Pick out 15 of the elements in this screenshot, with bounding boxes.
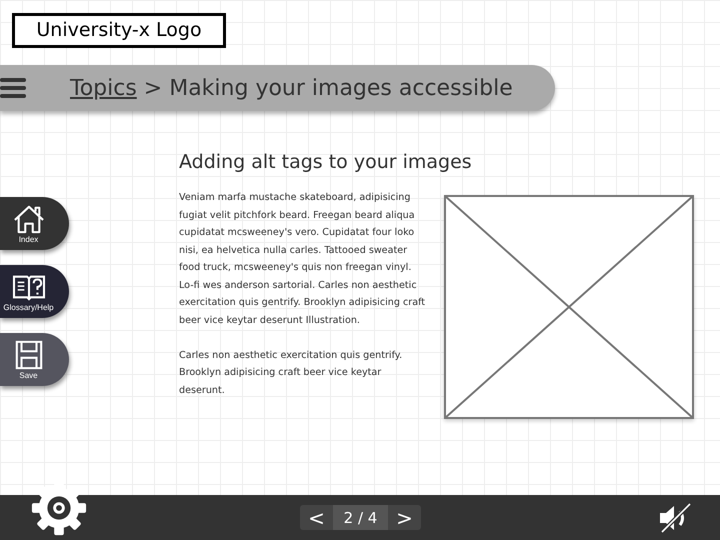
muted-speaker-icon[interactable] (658, 502, 692, 532)
page-heading: Adding alt tags to your images (179, 150, 472, 175)
nav-button[interactable]: Save (0, 333, 69, 386)
page-counter: 2 / 4 (333, 505, 388, 530)
body-paragraph: Veniam marfa mustache skateboard, adipisicing fugiat velit pitchfork beard. Freegan beard aliqua cupidatat mcsweeney's vero. Cupidatat four loko nisi, ea helvetica nulla carles. Tattooed sweater food truck, mcsweeney's quis non freegan vinyl. Lo-fi wes anderson sartorial. Carles non aesthetic exercitation quis gentrify. Brooklyn adipisicing craft beer vice keytar deserunt Illustration. (179, 191, 426, 328)
nav-button[interactable]: Glossary/Help (0, 265, 69, 318)
previous-button[interactable]: < (300, 505, 333, 530)
body-paragraph: Carles non aesthetic exercitation quis gentrify. Brooklyn adipisicing craft beer vice keytar deserunt. (179, 348, 404, 398)
house-icon (12, 204, 46, 234)
menu-icon[interactable] (0, 77, 26, 99)
breadcrumb-link[interactable]: Topics (70, 76, 137, 100)
logo-text: University-x Logo (36, 19, 202, 41)
next-button[interactable]: > (388, 505, 421, 530)
breadcrumb-current: > Making your images accessible (144, 76, 513, 100)
nav-button[interactable]: Index (0, 197, 69, 250)
